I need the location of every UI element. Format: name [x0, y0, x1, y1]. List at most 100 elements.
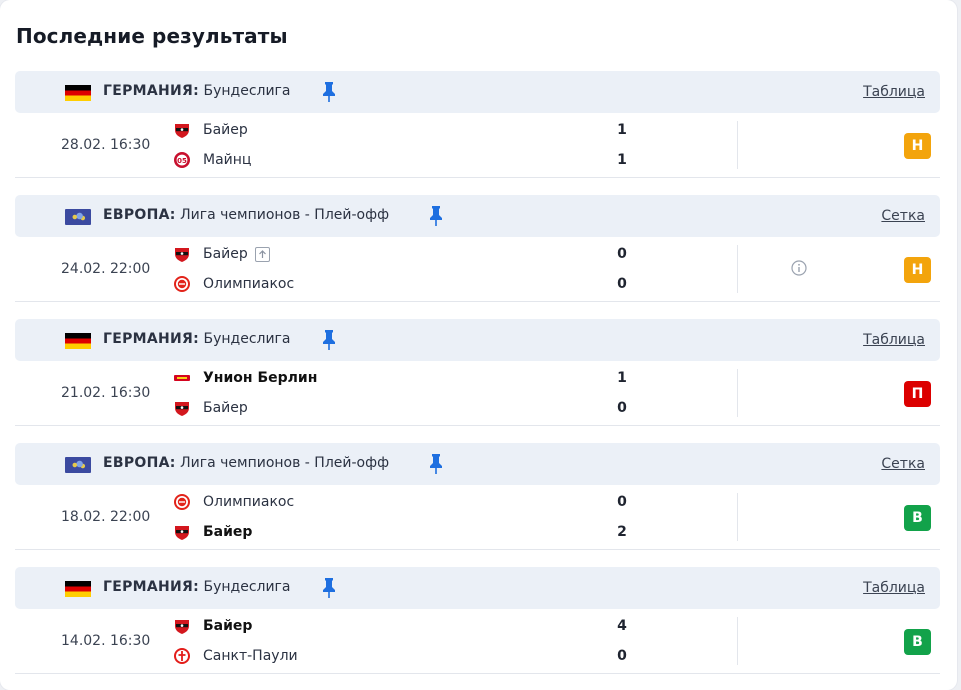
bayer-crest — [173, 399, 191, 417]
league-title: Лига чемпионов - Плей-офф — [175, 207, 390, 223]
match-row[interactable]: 24.02. 22:00 Байер 0 Олимпиакос 0 Н — [15, 237, 940, 302]
advance-arrow-icon — [254, 246, 270, 262]
germany-flag — [65, 333, 91, 349]
away-score: 0 — [617, 276, 627, 292]
pin-icon[interactable] — [429, 453, 443, 475]
league-title: Лига чемпионов - Плей-офф — [175, 455, 390, 471]
svg-text:05: 05 — [177, 157, 187, 165]
league-header[interactable]: ГЕРМАНИЯ: Бундеслига Таблица — [15, 71, 940, 113]
team-name: Байер — [203, 400, 248, 416]
home-team[interactable]: Олимпиакос — [173, 492, 294, 512]
country-name: ЕВРОПА: — [103, 455, 176, 471]
st-pauli-crest — [173, 647, 191, 665]
league-section: ЕВРОПА: Лига чемпионов - Плей-офф Сетка 24… — [15, 195, 940, 302]
last-results-card: Последние результаты ГЕРМАНИЯ: Бундеслиг… — [0, 0, 957, 690]
league-name[interactable]: ГЕРМАНИЯ: Бундеслига — [103, 331, 291, 347]
europe-flag — [65, 457, 91, 473]
league-title: Бундеслига — [199, 579, 291, 595]
league-header[interactable]: ЕВРОПА: Лига чемпионов - Плей-офф Сетка — [15, 443, 940, 485]
away-score: 0 — [617, 400, 627, 416]
league-title: Бундеслига — [199, 331, 291, 347]
away-team[interactable]: 05 Майнц — [173, 150, 251, 170]
standings-link[interactable]: Сетка — [881, 456, 925, 472]
bayer-crest — [173, 523, 191, 541]
league-name[interactable]: ЕВРОПА: Лига чемпионов - Плей-офф — [103, 207, 389, 223]
column-divider — [737, 493, 738, 541]
bayer-crest — [173, 121, 191, 139]
home-score: 1 — [617, 370, 627, 386]
standings-link[interactable]: Сетка — [881, 208, 925, 224]
match-time: 24.02. 22:00 — [61, 261, 151, 277]
league-name[interactable]: ЕВРОПА: Лига чемпионов - Плей-офф — [103, 455, 389, 471]
match-row[interactable]: 21.02. 16:30 Унион Берлин 1 Байер 0 П — [15, 361, 940, 426]
league-name[interactable]: ГЕРМАНИЯ: Бундеслига — [103, 579, 291, 595]
column-divider — [737, 245, 738, 293]
standings-link[interactable]: Таблица — [863, 84, 925, 100]
team-name: Байер — [203, 618, 253, 634]
league-title: Бундеслига — [199, 83, 291, 99]
standings-link[interactable]: Таблица — [863, 332, 925, 348]
league-section: ГЕРМАНИЯ: Бундеслига Таблица 28.02. 16:30 Б… — [15, 71, 940, 178]
away-score: 2 — [617, 524, 627, 540]
column-divider — [737, 369, 738, 417]
league-header[interactable]: ГЕРМАНИЯ: Бундеслига Таблица — [15, 319, 940, 361]
team-name: Байер — [203, 122, 248, 138]
europe-flag — [65, 209, 91, 225]
team-name: Байер — [203, 246, 248, 262]
league-header[interactable]: ГЕРМАНИЯ: Бундеслига Таблица — [15, 567, 940, 609]
home-team[interactable]: Байер — [173, 244, 270, 264]
match-row[interactable]: 14.02. 16:30 Байер 4 Санкт-Паули 0 В — [15, 609, 940, 674]
league-section: ГЕРМАНИЯ: Бундеслига Таблица 14.02. 16:30 Б… — [15, 567, 940, 674]
match-time: 21.02. 16:30 — [61, 385, 151, 401]
away-team[interactable]: Байер — [173, 522, 252, 542]
info-icon[interactable] — [791, 260, 807, 276]
match-time: 14.02. 16:30 — [61, 633, 151, 649]
home-score: 0 — [617, 246, 627, 262]
pin-icon[interactable] — [322, 81, 336, 103]
country-name: ГЕРМАНИЯ: — [103, 83, 200, 99]
home-team[interactable]: Байер — [173, 616, 252, 636]
away-team[interactable]: Олимпиакос — [173, 274, 294, 294]
olympiacos-crest — [173, 493, 191, 511]
league-header[interactable]: ЕВРОПА: Лига чемпионов - Плей-офф Сетка — [15, 195, 940, 237]
pin-icon[interactable] — [429, 205, 443, 227]
league-section: ГЕРМАНИЯ: Бундеслига Таблица 21.02. 16:30 У… — [15, 319, 940, 426]
pin-icon[interactable] — [322, 577, 336, 599]
team-name: Олимпиакос — [203, 276, 295, 292]
section-title: Последние результаты — [16, 24, 288, 48]
column-divider — [737, 617, 738, 665]
home-score: 4 — [617, 618, 627, 634]
match-row[interactable]: 18.02. 22:00 Олимпиакос 0 Байер 2 В — [15, 485, 940, 550]
league-name[interactable]: ГЕРМАНИЯ: Бундеслига — [103, 83, 291, 99]
column-divider — [737, 121, 738, 169]
home-team[interactable]: Байер — [173, 120, 248, 140]
match-row[interactable]: 28.02. 16:30 Байер 1 05 Майнц 1 Н — [15, 113, 940, 178]
result-badge: В — [904, 629, 931, 655]
germany-flag — [65, 581, 91, 597]
away-team[interactable]: Байер — [173, 398, 248, 418]
away-score: 1 — [617, 152, 627, 168]
bayer-crest — [173, 617, 191, 635]
home-score: 1 — [617, 122, 627, 138]
match-time: 28.02. 16:30 — [61, 137, 151, 153]
result-badge: Н — [904, 133, 931, 159]
away-team[interactable]: Санкт-Паули — [173, 646, 298, 666]
away-score: 0 — [617, 648, 627, 664]
team-name: Санкт-Паули — [203, 648, 298, 664]
result-badge: В — [904, 505, 931, 531]
result-badge: П — [904, 381, 931, 407]
country-name: ЕВРОПА: — [103, 207, 176, 223]
team-name: Майнц — [203, 152, 252, 168]
home-team[interactable]: Унион Берлин — [173, 368, 317, 388]
mainz-crest: 05 — [173, 151, 191, 169]
standings-link[interactable]: Таблица — [863, 580, 925, 596]
germany-flag — [65, 85, 91, 101]
union-berlin-crest — [173, 369, 191, 387]
result-badge: Н — [904, 257, 931, 283]
team-name: Унион Берлин — [203, 370, 318, 386]
pin-icon[interactable] — [322, 329, 336, 351]
home-score: 0 — [617, 494, 627, 510]
olympiacos-crest — [173, 275, 191, 293]
match-time: 18.02. 22:00 — [61, 509, 151, 525]
team-name: Байер — [203, 524, 253, 540]
